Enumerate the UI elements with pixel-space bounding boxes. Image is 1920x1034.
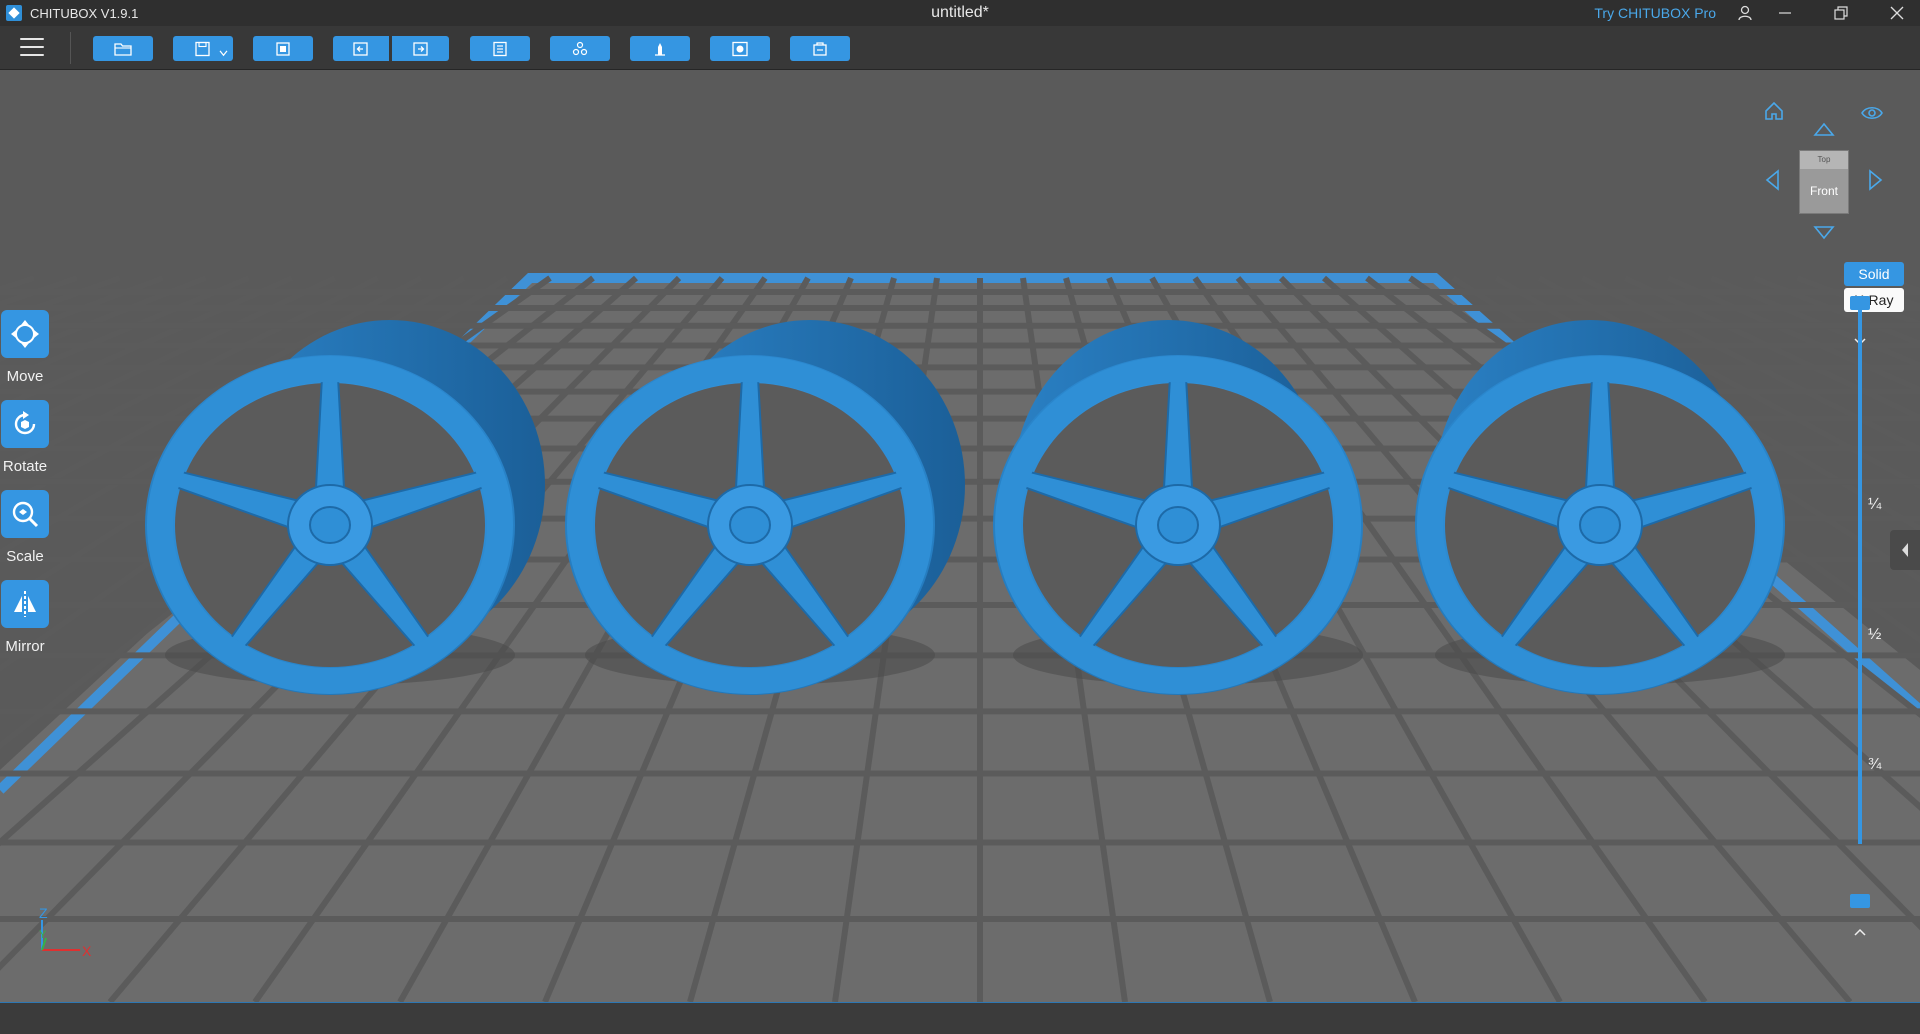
mirror-icon[interactable] <box>1 580 49 628</box>
layer-slider-track[interactable] <box>1858 304 1862 844</box>
mirror-label: Mirror <box>5 638 45 655</box>
folder-icon <box>114 42 132 56</box>
slider-mark-three-quarter: ¾ <box>1868 756 1882 773</box>
side-panel-toggle[interactable] <box>1890 530 1920 570</box>
wheel-model <box>145 320 545 695</box>
rotate-left-icon[interactable] <box>1759 167 1785 193</box>
slider-up-chevron-icon[interactable] <box>1848 922 1872 942</box>
undo-icon <box>353 41 368 56</box>
slider-mark-half: ½ <box>1868 626 1882 643</box>
close-icon <box>1890 6 1904 20</box>
build-plate-scene <box>0 273 1920 1002</box>
redo-button[interactable] <box>392 36 449 61</box>
view-cube-front[interactable]: Front <box>1800 169 1848 213</box>
hollow-button[interactable] <box>710 36 770 61</box>
toolbar <box>0 26 1920 70</box>
axis-x-label: X <box>82 943 92 959</box>
support-icon <box>655 42 665 56</box>
save-icon <box>195 41 210 56</box>
hollow-icon <box>732 41 748 56</box>
user-icon[interactable] <box>1730 0 1760 26</box>
toolbar-divider <box>70 32 71 64</box>
open-file-button[interactable] <box>93 36 153 61</box>
rotate-right-icon[interactable] <box>1863 167 1889 193</box>
try-pro-link[interactable]: Try CHITUBOX Pro <box>1594 5 1716 21</box>
settings-button[interactable] <box>470 36 530 61</box>
move-label: Move <box>6 368 44 385</box>
layer-slider-top-handle[interactable] <box>1850 296 1870 310</box>
close-button[interactable] <box>1874 0 1920 26</box>
rotate-up-icon[interactable] <box>1811 116 1837 142</box>
3d-viewport[interactable]: Move Rotate Scale Mirror Top Front Solid… <box>0 70 1920 1002</box>
move-tool[interactable]: Move <box>0 310 50 385</box>
app-name: CHITUBOX V1.9.1 <box>30 5 139 21</box>
undo-button[interactable] <box>333 36 389 61</box>
settings-icon <box>493 41 507 56</box>
move-icon[interactable] <box>1 310 49 358</box>
status-bar <box>0 1002 1920 1034</box>
slice-icon <box>813 41 827 56</box>
slice-button[interactable] <box>790 36 850 61</box>
app-logo-icon <box>6 5 22 21</box>
rotate-tool[interactable]: Rotate <box>0 400 50 475</box>
supports-button[interactable] <box>630 36 690 61</box>
rotate-label: Rotate <box>2 458 48 475</box>
view-cube-top[interactable]: Top <box>1800 151 1848 169</box>
save-button[interactable] <box>173 36 233 61</box>
title-bar: CHITUBOX V1.9.1 untitled* Try CHITUBOX P… <box>0 0 1920 26</box>
rotate-down-icon[interactable] <box>1811 220 1837 246</box>
axis-indicator: Z Y X <box>39 905 92 959</box>
home-view-icon[interactable] <box>1761 98 1787 124</box>
layout-icon <box>276 41 290 56</box>
minimize-button[interactable] <box>1762 0 1808 26</box>
axis-z-label: Z <box>39 905 48 921</box>
mirror-tool[interactable]: Mirror <box>0 580 50 655</box>
view-cube[interactable]: Top Front <box>1799 150 1849 214</box>
scale-tool[interactable]: Scale <box>0 490 50 565</box>
arrange-icon <box>572 41 588 55</box>
maximize-button[interactable] <box>1818 0 1864 26</box>
chevron-left-icon <box>1902 543 1908 557</box>
hamburger-menu-icon[interactable] <box>20 38 44 58</box>
chevron-down-icon <box>219 50 228 57</box>
rotate-icon[interactable] <box>1 400 49 448</box>
axis-y-label: Y <box>39 929 47 941</box>
layer-slider-bottom-handle[interactable] <box>1850 894 1870 908</box>
eye-icon[interactable] <box>1859 100 1885 126</box>
redo-icon <box>412 41 428 56</box>
slider-mark-quarter: ¼ <box>1868 496 1882 513</box>
auto-arrange-button[interactable] <box>550 36 610 61</box>
scale-icon[interactable] <box>1 490 49 538</box>
scale-label: Scale <box>6 548 44 565</box>
solid-mode-button[interactable]: Solid <box>1844 262 1904 286</box>
auto-layout-button[interactable] <box>253 36 313 61</box>
restore-icon <box>1834 6 1848 20</box>
minimize-icon <box>1779 12 1791 14</box>
